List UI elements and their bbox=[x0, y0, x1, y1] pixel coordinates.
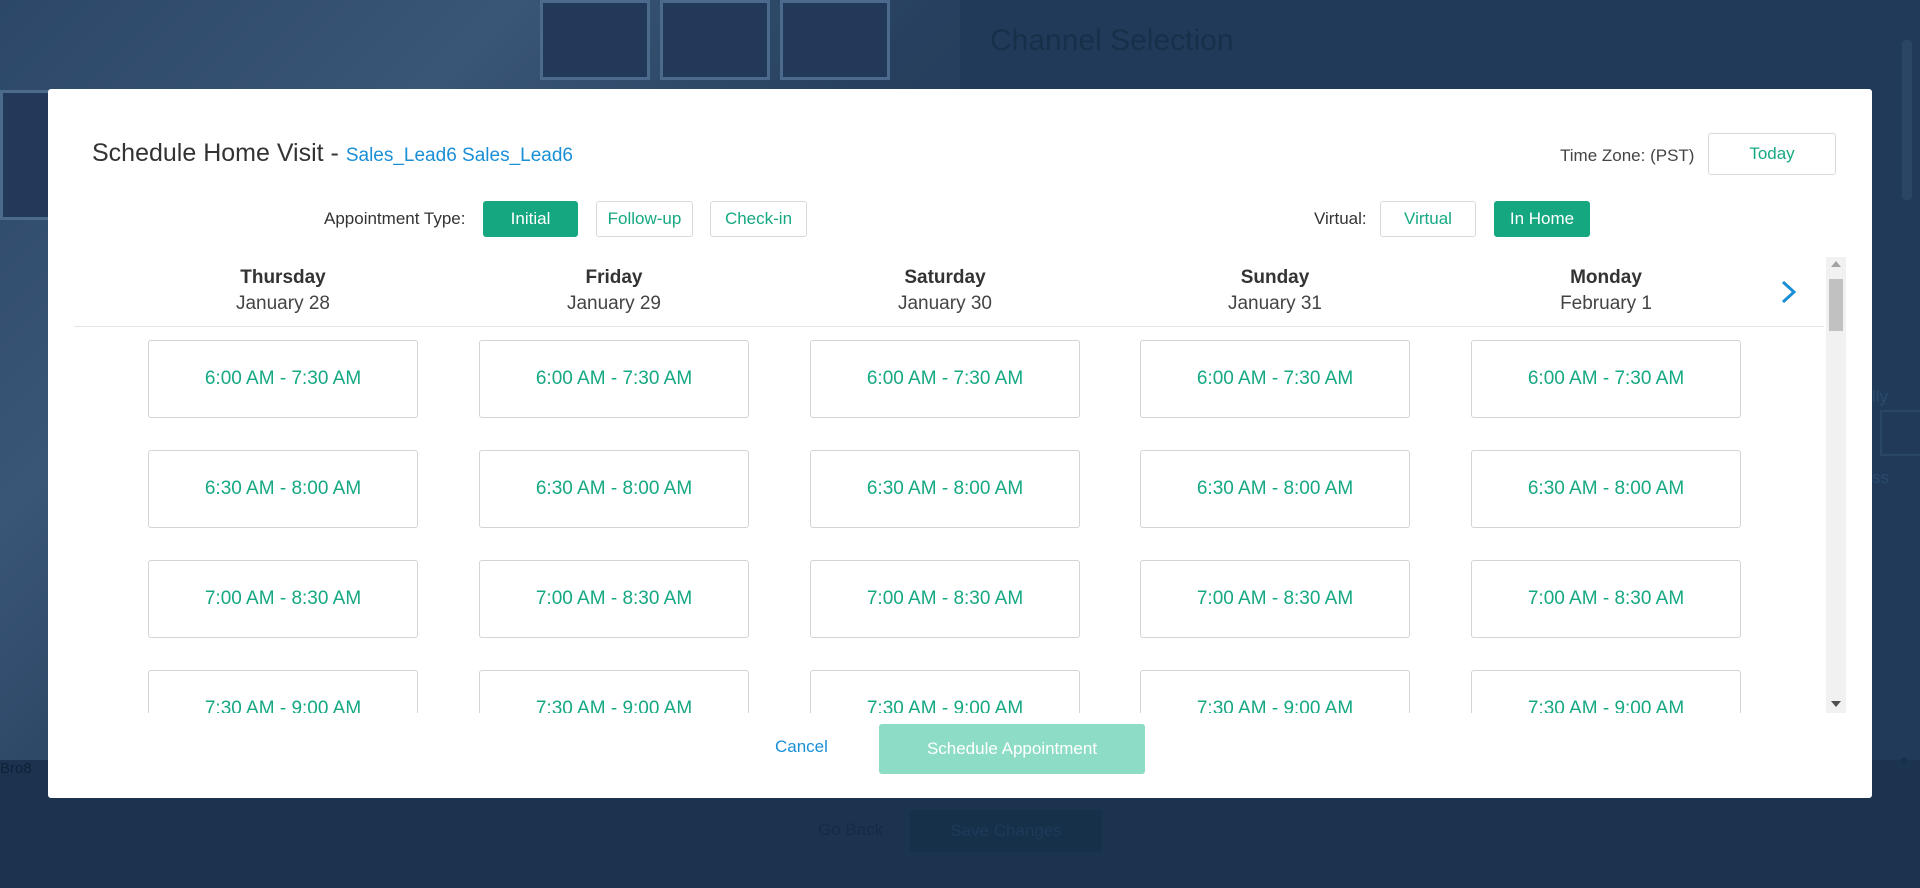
virtual-option-in-home[interactable]: In Home bbox=[1494, 201, 1590, 237]
time-slot-button[interactable]: 7:00 AM - 8:30 AM bbox=[148, 560, 418, 638]
scrollbar-thumb[interactable] bbox=[1829, 279, 1843, 331]
time-slot-button[interactable]: 6:00 AM - 7:30 AM bbox=[148, 340, 418, 418]
appointment-type-check-in[interactable]: Check-in bbox=[710, 201, 807, 237]
time-slot-button[interactable]: 7:00 AM - 8:30 AM bbox=[1471, 560, 1741, 638]
time-slot-button[interactable]: 7:00 AM - 8:30 AM bbox=[1140, 560, 1410, 638]
scroll-down-icon[interactable] bbox=[1831, 701, 1841, 707]
background-edge-text: lly bbox=[1872, 387, 1889, 406]
schedule-modal: Schedule Home Visit - Sales_Lead6 Sales_… bbox=[48, 89, 1872, 798]
today-button[interactable]: Today bbox=[1708, 133, 1836, 175]
time-slot-button[interactable]: 6:00 AM - 7:30 AM bbox=[1471, 340, 1741, 418]
time-slot-button[interactable]: 7:30 AM - 9:00 AM bbox=[810, 670, 1080, 713]
appointment-type-initial[interactable]: Initial bbox=[483, 201, 578, 237]
day-name: Saturday bbox=[904, 267, 986, 288]
time-slot-grid: 6:00 AM - 7:30 AM 6:30 AM - 8:00 AM 7:00 A… bbox=[74, 327, 1824, 713]
time-slot-button[interactable]: 6:30 AM - 8:00 AM bbox=[1471, 450, 1741, 528]
time-slot-button[interactable]: 6:00 AM - 7:30 AM bbox=[810, 340, 1080, 418]
timezone-label: Time Zone: (PST) bbox=[1560, 146, 1695, 165]
appointment-type-label: Appointment Type: bbox=[324, 209, 466, 228]
day-header: Friday January 29 bbox=[479, 257, 749, 315]
day-header: Monday February 1 bbox=[1471, 257, 1741, 315]
day-name: Thursday bbox=[240, 267, 326, 288]
time-slot-button[interactable]: 6:30 AM - 8:00 AM bbox=[148, 450, 418, 528]
calendar-header: Thursday January 28 Friday January 29 Saturd… bbox=[74, 257, 1824, 327]
time-slot-button[interactable]: 6:30 AM - 8:00 AM bbox=[810, 450, 1080, 528]
chevron-down-icon: ▼ bbox=[1898, 754, 1910, 768]
virtual-option-virtual[interactable]: Virtual bbox=[1380, 201, 1476, 237]
time-slot-button[interactable]: 7:30 AM - 9:00 AM bbox=[479, 670, 749, 713]
calendar-scrollbar[interactable] bbox=[1826, 257, 1846, 713]
virtual-label: Virtual: bbox=[1314, 209, 1367, 228]
day-header: Saturday January 30 bbox=[810, 257, 1080, 315]
time-slot-button[interactable]: 7:30 AM - 9:00 AM bbox=[148, 670, 418, 713]
time-slot-button[interactable]: 7:00 AM - 8:30 AM bbox=[479, 560, 749, 638]
time-slot-button[interactable]: 7:00 AM - 8:30 AM bbox=[810, 560, 1080, 638]
time-slot-button[interactable]: 6:00 AM - 7:30 AM bbox=[479, 340, 749, 418]
schedule-appointment-button[interactable]: Schedule Appointment bbox=[879, 724, 1145, 774]
background-side-text: Bro8 bbox=[0, 760, 32, 777]
scroll-up-icon[interactable] bbox=[1831, 261, 1841, 267]
day-name: Monday bbox=[1570, 267, 1642, 288]
modal-title: Schedule Home Visit - Sales_Lead6 Sales_… bbox=[92, 139, 573, 168]
day-date: January 31 bbox=[1227, 293, 1322, 314]
day-date: January 28 bbox=[235, 293, 330, 314]
day-name: Sunday bbox=[1240, 267, 1310, 288]
go-back-link: Go Back bbox=[818, 820, 884, 839]
lead-name-link[interactable]: Sales_Lead6 Sales_Lead6 bbox=[346, 145, 573, 166]
background-scrollbar bbox=[1902, 40, 1912, 200]
chevron-right-icon[interactable] bbox=[1774, 277, 1804, 307]
day-header: Thursday January 28 bbox=[148, 257, 418, 315]
time-slot-button[interactable]: 6:30 AM - 8:00 AM bbox=[479, 450, 749, 528]
time-slot-button[interactable]: 7:30 AM - 9:00 AM bbox=[1140, 670, 1410, 713]
background-edge-box bbox=[1880, 410, 1920, 456]
day-name: Friday bbox=[585, 267, 643, 288]
modal-title-text: Schedule Home Visit - bbox=[92, 139, 339, 167]
day-date: January 29 bbox=[566, 293, 661, 314]
save-changes-button: Save Changes bbox=[910, 810, 1102, 852]
appointment-type-follow-up[interactable]: Follow-up bbox=[596, 201, 693, 237]
calendar: Thursday January 28 Friday January 29 Saturd… bbox=[74, 257, 1846, 713]
day-date: February 1 bbox=[1560, 293, 1652, 314]
background-edge-text: ss bbox=[1872, 468, 1889, 487]
time-slot-button[interactable]: 6:30 AM - 8:00 AM bbox=[1140, 450, 1410, 528]
time-slot-button[interactable]: 6:00 AM - 7:30 AM bbox=[1140, 340, 1410, 418]
day-header: Sunday January 31 bbox=[1140, 257, 1410, 315]
cancel-button[interactable]: Cancel bbox=[775, 737, 828, 757]
background-heading: Channel Selection bbox=[990, 24, 1234, 57]
day-date: January 30 bbox=[897, 293, 992, 314]
time-slot-button[interactable]: 7:30 AM - 9:00 AM bbox=[1471, 670, 1741, 713]
